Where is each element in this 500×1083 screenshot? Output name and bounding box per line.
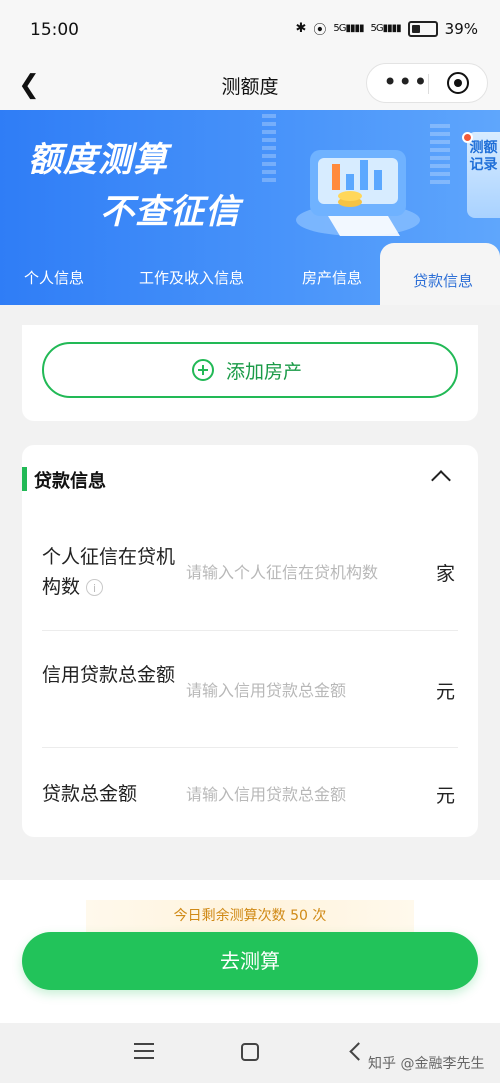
plus-circle-icon	[192, 359, 214, 381]
hd-icon: ⦿	[313, 23, 327, 38]
credit-institutions-input[interactable]	[186, 563, 426, 582]
status-icons: ✱ ⦿ 5G▮▮▮▮ 5G▮▮▮▮ 39%	[295, 19, 478, 39]
close-miniprogram-icon[interactable]	[447, 72, 469, 94]
row-label-loan-total: 贷款总金额	[42, 783, 138, 805]
record-tab[interactable]: 测额记录	[467, 132, 500, 218]
watermark: 知乎 @金融李先生	[368, 1056, 485, 1072]
menu-icon[interactable]	[134, 1043, 154, 1059]
tab-work-income[interactable]: 工作及收入信息	[139, 267, 244, 288]
calculator-illustration	[296, 150, 420, 236]
section-accent	[22, 467, 27, 491]
decoration	[262, 114, 276, 184]
nav-bar: ❮ 测额度 •••	[0, 60, 500, 110]
row-unit: 元	[436, 785, 456, 807]
signal-2-icon: 5G▮▮▮▮	[370, 23, 402, 34]
divider	[42, 747, 458, 748]
bottom-bar: 今日剩余测算次数 50 次 去测算	[0, 880, 500, 1023]
calculate-button[interactable]: 去测算	[22, 932, 478, 990]
divider	[42, 630, 458, 631]
loan-total-input[interactable]	[186, 785, 426, 804]
row-label-credit-loan-total: 信用贷款总金额	[42, 664, 176, 686]
bluetooth-icon: ✱	[295, 21, 307, 36]
back-icon[interactable]	[349, 1042, 368, 1061]
system-nav-bar: 知乎 @金融李先生	[0, 1023, 500, 1083]
row-unit: 元	[436, 681, 456, 703]
miniprogram-capsule: •••	[366, 63, 488, 103]
chevron-up-icon[interactable]	[431, 470, 451, 490]
form-content: 添加房产 贷款信息 个人征信在贷机构数i 家 信用贷款总金额 元 贷款总金额 元	[0, 305, 500, 880]
status-time: 15:00	[30, 20, 79, 40]
more-icon[interactable]: •••	[383, 70, 427, 94]
credit-loan-total-input[interactable]	[186, 681, 426, 700]
battery-percent: 39%	[444, 19, 478, 38]
tab-bar: 个人信息 工作及收入信息 房产信息 贷款信息	[0, 243, 500, 305]
info-icon[interactable]: i	[86, 579, 104, 596]
battery-icon	[407, 20, 438, 37]
tab-property[interactable]: 房产信息	[302, 267, 362, 288]
add-property-button[interactable]: 添加房产	[42, 342, 458, 398]
tab-loan-info[interactable]: 贷款信息	[413, 270, 473, 291]
property-card: 添加房产	[22, 325, 478, 421]
row-label-credit-institutions: 个人征信在贷机构数 i	[42, 546, 176, 598]
home-icon[interactable]	[241, 1043, 259, 1061]
banner-headline: 额度测算	[28, 140, 168, 180]
signal-1-icon: 5G▮▮▮▮	[333, 23, 364, 34]
quota-notice: 今日剩余测算次数 50 次	[86, 900, 414, 932]
tab-personal-info[interactable]: 个人信息	[24, 267, 84, 288]
section-title: 贷款信息	[34, 471, 106, 492]
loan-info-card: 贷款信息 个人征信在贷机构数i 家 信用贷款总金额 元 贷款总金额 元	[22, 445, 478, 837]
notification-dot	[462, 132, 473, 143]
row-unit: 家	[436, 563, 456, 585]
status-bar: 15:00 ✱ ⦿ 5G▮▮▮▮ 5G▮▮▮▮ 39%	[0, 0, 500, 60]
banner-subheadline: 不查征信	[100, 192, 240, 232]
add-property-label: 添加房产	[226, 361, 303, 383]
capsule-divider	[428, 74, 429, 94]
